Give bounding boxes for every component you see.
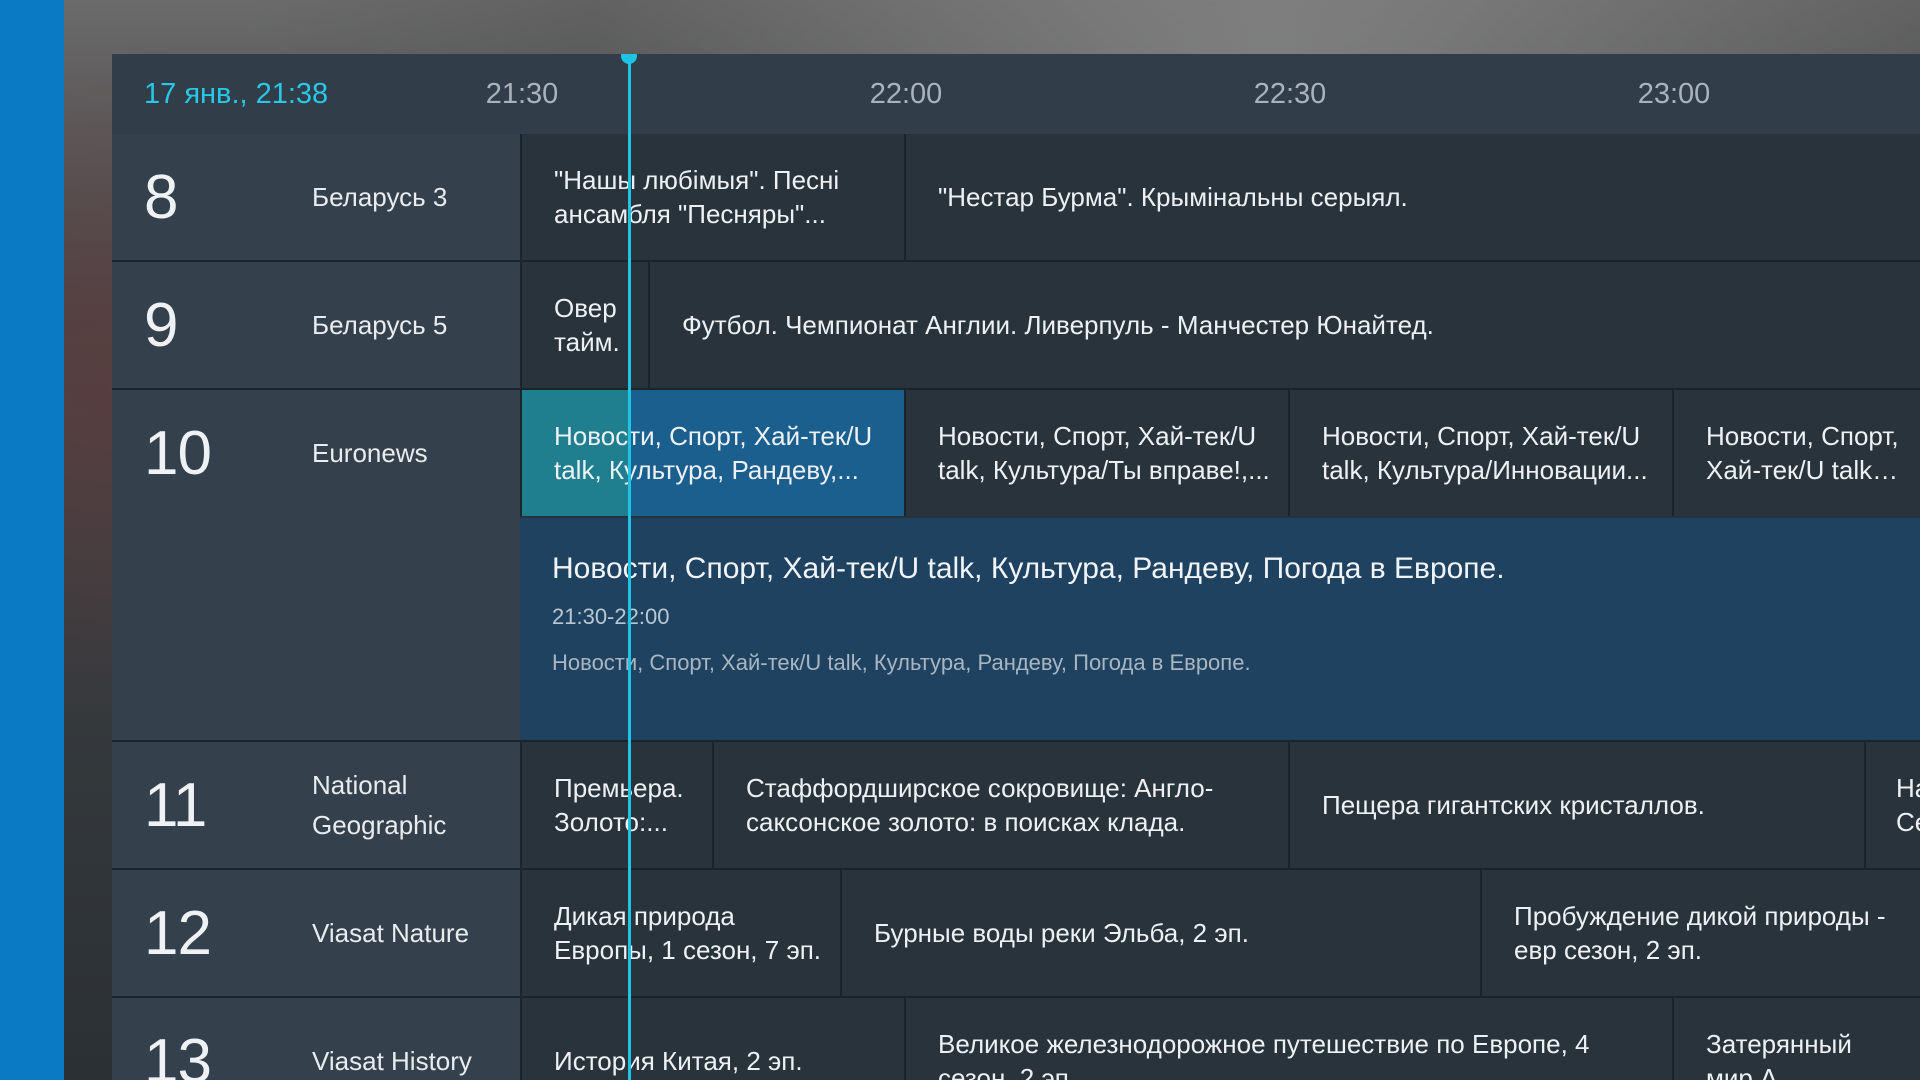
channel-cell[interactable]: 8 Беларусь 3 (112, 134, 520, 260)
program-list: Премьера. Золото:... Стаффордширское сок… (520, 742, 1920, 868)
program-detail-description: Новости, Спорт, Хай-тек/U talk, Культура… (552, 650, 1251, 675)
channel-name: Viasat History (312, 1046, 472, 1076)
program-list: Дикая природа Европы, 1 сезон, 7 эп. Бур… (520, 870, 1920, 996)
program-list: "Нашы любімыя". Песні ансамбля "Песняры"… (520, 134, 1920, 260)
program-cell[interactable]: "Нестар Бурма". Крымінальны серыял. (904, 134, 1920, 260)
channel-rows: 8 Беларусь 3 "Нашы любімыя". Песні ансам… (112, 134, 1920, 1080)
program-list: История Китая, 2 эп. Великое железнодоро… (520, 998, 1920, 1080)
program-cell[interactable]: Великое железнодорожное путешествие по Е… (904, 998, 1672, 1080)
program-cell[interactable]: Премьера. Золото:... (520, 742, 712, 868)
time-slot-label: 22:30 (1253, 78, 1327, 110)
channel-cell[interactable]: 11 National Geographic (112, 742, 520, 868)
channel-cell[interactable]: 9 Беларусь 5 (112, 262, 520, 388)
time-slot-label: 23:00 (1637, 78, 1711, 110)
program-cell[interactable]: Футбол. Чемпионат Англии. Ливерпуль - Ма… (648, 262, 1920, 388)
channel-number: 11 (144, 771, 207, 840)
channel-cell[interactable]: 12 Viasat Nature (112, 870, 520, 996)
program-cell-selected[interactable]: Новости, Спорт, Хай-тек/U talk, Культура… (520, 390, 904, 516)
program-cell[interactable]: "Нашы любімыя". Песні ансамбля "Песняры"… (520, 134, 904, 260)
program-list: Овер тайм. Футбол. Чемпионат Англии. Лив… (520, 262, 1920, 388)
channel-name: Euronews (312, 438, 428, 468)
channel-row: 13 Viasat History История Китая, 2 эп. В… (112, 998, 1920, 1080)
program-cell[interactable]: На Се (1864, 742, 1920, 868)
channel-row: 11 National Geographic Премьера. Золото:… (112, 742, 1920, 870)
program-cell[interactable]: Бурные воды реки Эльба, 2 эп. (840, 870, 1480, 996)
program-list: Новости, Спорт, Хай-тек/U talk, Культура… (520, 390, 1920, 516)
channel-number: 13 (144, 1027, 212, 1080)
channel-name: Беларусь 3 (312, 182, 448, 212)
current-time-indicator (628, 54, 631, 1080)
channel-row: 12 Viasat Nature Дикая природа Европы, 1… (112, 870, 1920, 998)
side-menu-strip[interactable] (0, 0, 64, 1080)
channel-number: 8 (144, 163, 178, 232)
time-slot-label: 21:30 (485, 78, 559, 110)
timeline-header: 17 янв., 21:38 21:30 22:00 22:30 23:00 (112, 54, 1920, 134)
program-cell[interactable]: История Китая, 2 эп. (520, 998, 904, 1080)
time-slot-label: 22:00 (869, 78, 943, 110)
program-cell[interactable]: Стаффордширское сокровище: Англо-саксонс… (712, 742, 1288, 868)
program-detail-time: 21:30-22:00 (552, 604, 670, 629)
channel-number: 9 (144, 291, 178, 360)
program-detail-panel[interactable]: Новости, Спорт, Хай-тек/U talk, Культура… (520, 518, 1920, 740)
channel-number: 12 (144, 899, 212, 968)
channel-name: National Geographic (312, 770, 447, 840)
tv-guide: 17 янв., 21:38 21:30 22:00 22:30 23:00 8… (112, 54, 1920, 1080)
program-cell[interactable]: Новости, Спорт, Хай-тек/U talk, Культура… (1672, 390, 1920, 516)
channel-number: 10 (144, 419, 212, 488)
program-cell[interactable]: Новости, Спорт, Хай-тек/U talk, Культура… (1288, 390, 1672, 516)
channel-cell[interactable]: 10 Euronews (112, 390, 520, 740)
program-cell[interactable]: Пробуждение дикой природы - евр сезон, 2… (1480, 870, 1920, 996)
current-datetime: 17 янв., 21:38 (144, 78, 329, 110)
channel-row-expanded: 10 Euronews Новости, Спорт, Хай-тек/U ta… (112, 390, 1920, 742)
program-cell[interactable]: Затерянный мир А (1672, 998, 1920, 1080)
channel-name: Viasat Nature (312, 918, 470, 948)
program-detail-title: Новости, Спорт, Хай-тек/U talk, Культура… (552, 552, 1505, 585)
program-cell[interactable]: Пещера гигантских кристаллов. (1288, 742, 1864, 868)
channel-row: 8 Беларусь 3 "Нашы любімыя". Песні ансам… (112, 134, 1920, 262)
channel-row: 9 Беларусь 5 Овер тайм. Футбол. Чемпиона… (112, 262, 1920, 390)
program-cell[interactable]: Дикая природа Европы, 1 сезон, 7 эп. (520, 870, 840, 996)
channel-name: Беларусь 5 (312, 310, 448, 340)
program-cell[interactable]: Новости, Спорт, Хай-тек/U talk, Культура… (904, 390, 1288, 516)
channel-cell[interactable]: 13 Viasat History (112, 998, 520, 1080)
